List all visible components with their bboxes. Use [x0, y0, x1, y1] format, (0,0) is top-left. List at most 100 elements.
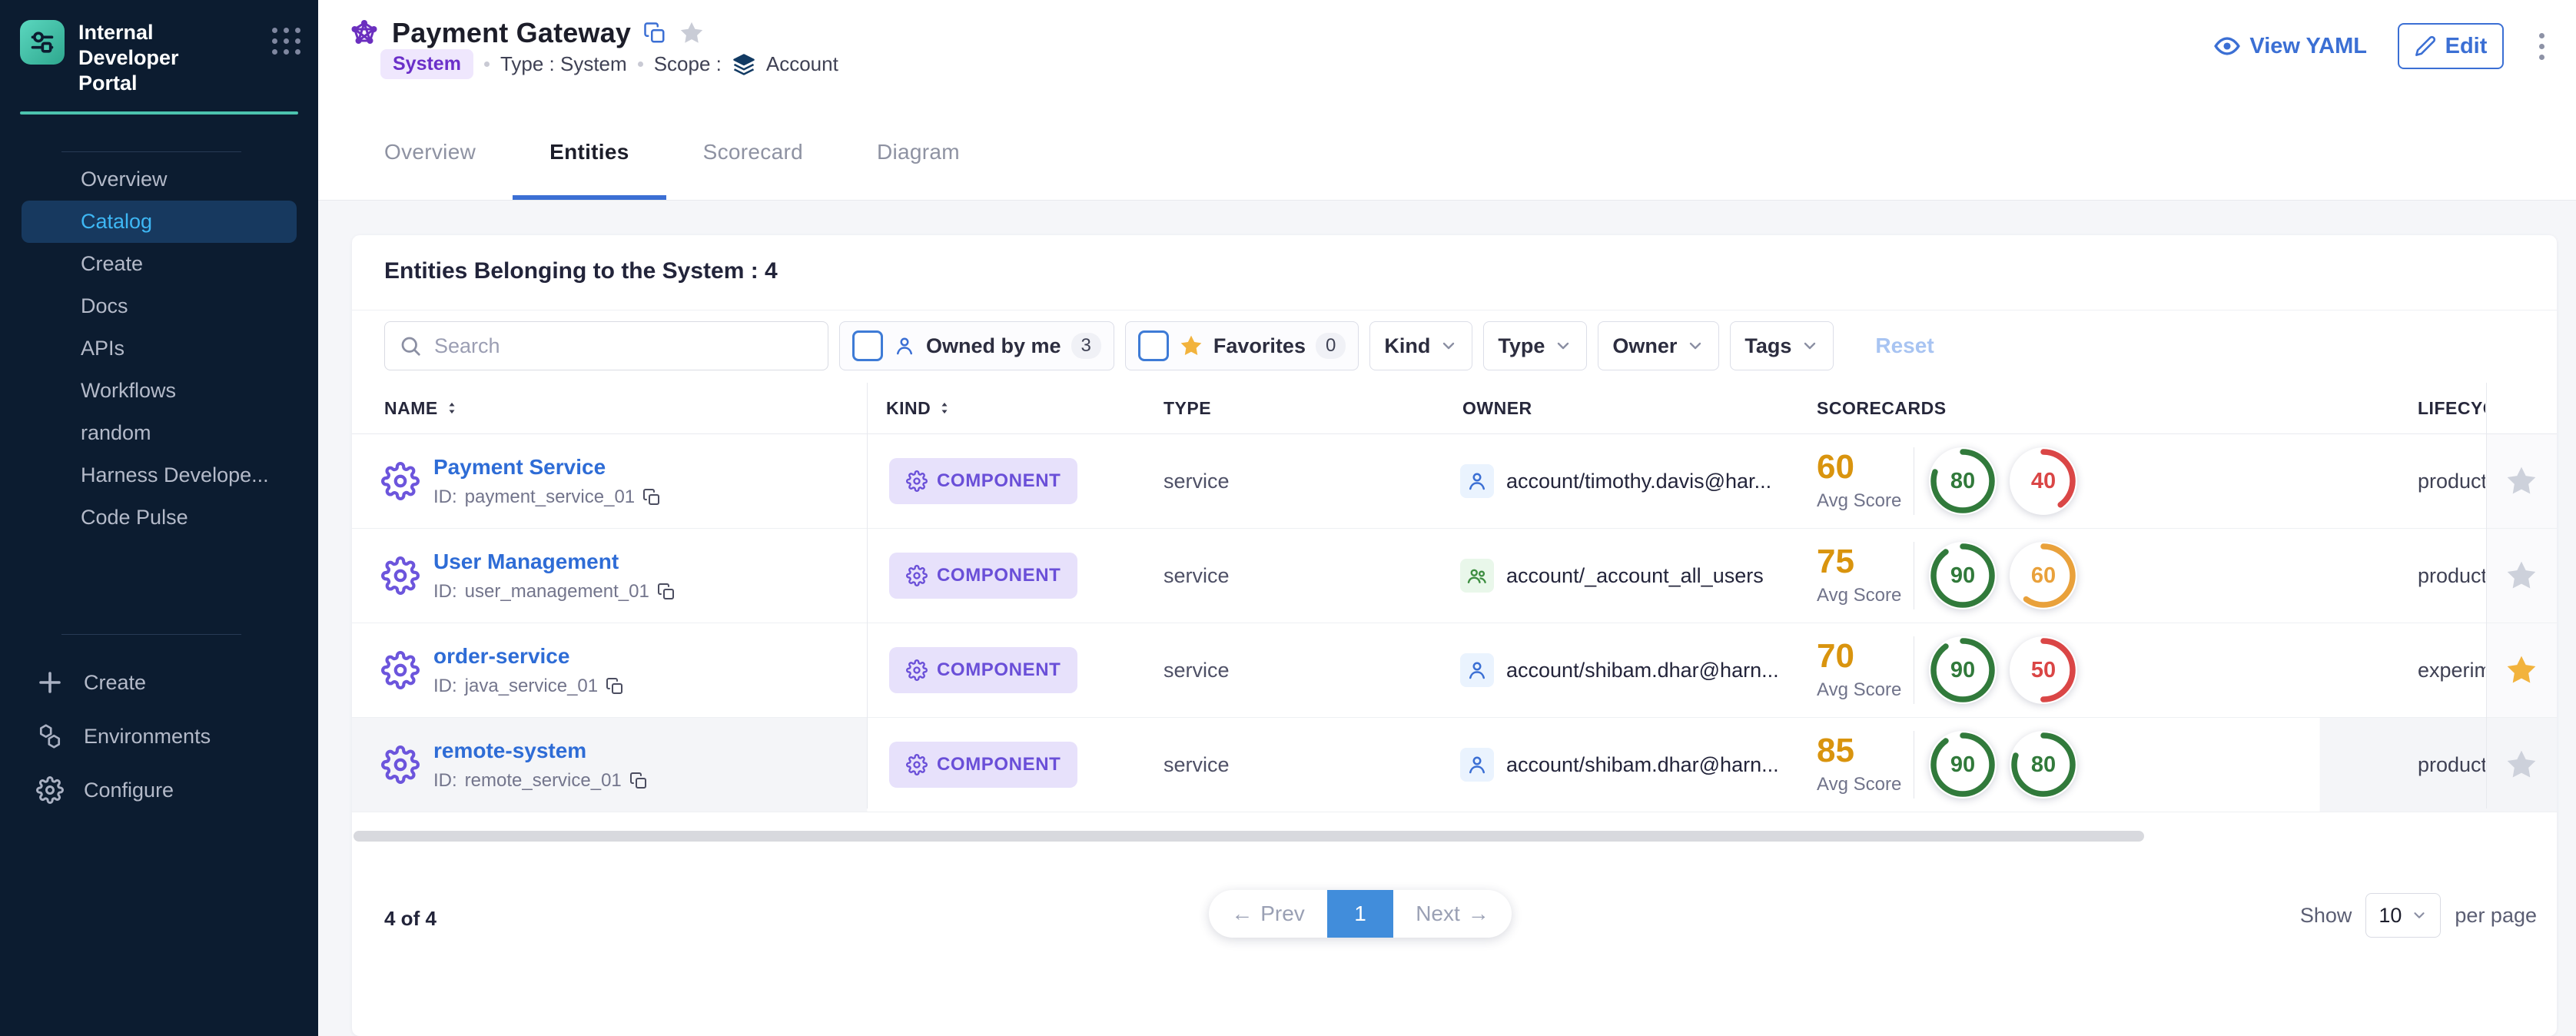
tags-dropdown[interactable]: Tags [1730, 321, 1834, 370]
type-dropdown[interactable]: Type [1483, 321, 1587, 370]
owned-by-me-filter[interactable]: Owned by me 3 [839, 321, 1114, 370]
entity-id: ID: user_management_01 [433, 581, 676, 603]
table-row[interactable]: remote-system ID: remote_service_01 COMP… [352, 718, 2557, 812]
column-header-kind[interactable]: KIND [886, 383, 952, 433]
owner-header-label: OWNER [1462, 398, 1532, 419]
table-row[interactable]: order-service ID: java_service_01 COMPON… [352, 623, 2557, 718]
owned-by-me-checkbox[interactable] [852, 330, 883, 361]
sidebar-item-code-pulse[interactable]: Code Pulse [22, 496, 297, 539]
type-header-label: TYPE [1164, 398, 1211, 419]
search-input[interactable] [433, 334, 814, 359]
brand: Internal Developer Portal [0, 0, 318, 96]
sidebar-bottom-configure-label: Configure [84, 779, 174, 802]
horizontal-scrollbar[interactable] [354, 831, 2144, 842]
sidebar-item-apis[interactable]: APIs [22, 327, 297, 370]
sidebar-item-random[interactable]: random [22, 412, 297, 454]
more-options-icon[interactable] [2535, 28, 2549, 65]
star-icon [1179, 334, 1203, 358]
scorecard-gauge[interactable]: 80 [1929, 447, 1997, 515]
reset-filters-button[interactable]: Reset [1875, 334, 1934, 358]
sidebar: Internal Developer Portal Overview Catal… [0, 0, 318, 1036]
kind-badge: System [380, 49, 473, 79]
sidebar-item-workflows[interactable]: Workflows [22, 370, 297, 412]
scorecard-gauge[interactable]: 90 [1929, 731, 1997, 799]
sidebar-item-docs[interactable]: Docs [22, 285, 297, 327]
favorite-star-icon[interactable] [679, 20, 705, 46]
copy-icon[interactable] [629, 772, 648, 790]
favorite-star[interactable] [2486, 434, 2557, 528]
sidebar-item-create[interactable]: Create [22, 243, 297, 285]
chevron-down-icon [1801, 337, 1819, 355]
scorecards-cell: 60 Avg Score 80 40 [1817, 434, 2077, 528]
favorite-star[interactable] [2486, 623, 2557, 717]
scorecard-gauge[interactable]: 40 [2010, 447, 2077, 515]
sort-icon[interactable] [937, 400, 952, 416]
eye-icon [2214, 33, 2240, 59]
kind-chip-label: COMPONENT [937, 565, 1061, 586]
app-switcher-icon[interactable] [272, 28, 301, 55]
user-icon [1460, 653, 1494, 687]
copy-icon[interactable] [606, 677, 624, 696]
sidebar-item-harness-developer[interactable]: Harness Develope... [22, 454, 297, 496]
favorites-checkbox[interactable] [1138, 330, 1169, 361]
avg-score-value: 60 [1817, 450, 1912, 484]
copy-icon[interactable] [643, 22, 666, 45]
tab-entities[interactable]: Entities [513, 140, 666, 200]
entity-name-link[interactable]: Payment Service [433, 455, 661, 480]
component-gear-icon [381, 462, 420, 500]
favorites-filter[interactable]: Favorites 0 [1125, 321, 1359, 370]
page-number-current[interactable]: 1 [1327, 890, 1393, 938]
sidebar-bottom-create[interactable]: Create [0, 656, 318, 709]
scorecard-gauge[interactable]: 50 [2010, 636, 2077, 704]
sidebar-item-overview[interactable]: Overview [22, 158, 297, 201]
page-size-select[interactable]: 10 [2365, 893, 2441, 938]
scorecard-gauge[interactable]: 80 [2010, 731, 2077, 799]
owner-text: account/shibam.dhar@harn... [1506, 753, 1779, 777]
sidebar-bottom-configure[interactable]: Configure [0, 763, 318, 817]
user-icon [1460, 748, 1494, 782]
entity-name-link[interactable]: User Management [433, 550, 676, 574]
owner-dropdown[interactable]: Owner [1598, 321, 1719, 370]
next-page-button[interactable]: Next → [1393, 890, 1512, 938]
edit-button[interactable]: Edit [2398, 23, 2504, 69]
view-yaml-button[interactable]: View YAML [2214, 33, 2367, 59]
avg-score-value: 70 [1817, 639, 1912, 673]
entity-name-link[interactable]: order-service [433, 644, 624, 669]
kind-cell: COMPONENT [889, 529, 1077, 623]
sort-icon[interactable] [444, 400, 460, 416]
user-icon [1460, 464, 1494, 498]
sidebar-divider [61, 151, 241, 152]
prev-page-button[interactable]: ← Prev [1209, 890, 1327, 938]
name-header-label: NAME [384, 398, 438, 419]
tab-diagram[interactable]: Diagram [840, 140, 997, 200]
page-header: Payment Gateway System Type : System Sco… [318, 0, 2576, 201]
copy-icon[interactable] [642, 488, 661, 506]
sidebar-item-catalog[interactable]: Catalog [22, 201, 297, 243]
gear-icon [906, 659, 928, 681]
page-size-control: Show 10 per page [2300, 893, 2537, 938]
favorite-star[interactable] [2486, 529, 2557, 623]
column-header-name[interactable]: NAME [384, 383, 460, 433]
entity-name-link[interactable]: remote-system [433, 739, 648, 763]
app-logo-icon[interactable] [20, 20, 65, 65]
table-row[interactable]: Payment Service ID: payment_service_01 C… [352, 434, 2557, 529]
tab-scorecard[interactable]: Scorecard [666, 140, 840, 200]
scorecard-gauge[interactable]: 60 [2010, 542, 2077, 609]
scorecard-gauge[interactable]: 90 [1929, 636, 1997, 704]
show-label: Show [2300, 904, 2352, 928]
name-cell: remote-system ID: remote_service_01 [381, 718, 648, 812]
gear-icon [906, 754, 928, 775]
favorite-star[interactable] [2486, 718, 2557, 812]
pencil-icon [2415, 35, 2436, 57]
kind-cell: COMPONENT [889, 623, 1077, 717]
tab-overview[interactable]: Overview [384, 140, 513, 200]
gear-icon [906, 470, 928, 492]
id-label: ID: [433, 676, 457, 697]
kind-dropdown-label: Kind [1384, 334, 1430, 358]
table-row[interactable]: User Management ID: user_management_01 C… [352, 529, 2557, 623]
scorecard-gauge[interactable]: 90 [1929, 542, 1997, 609]
copy-icon[interactable] [657, 583, 676, 601]
kind-dropdown[interactable]: Kind [1369, 321, 1472, 370]
sidebar-bottom-environments[interactable]: Environments [0, 709, 318, 763]
component-chip: COMPONENT [889, 553, 1077, 599]
